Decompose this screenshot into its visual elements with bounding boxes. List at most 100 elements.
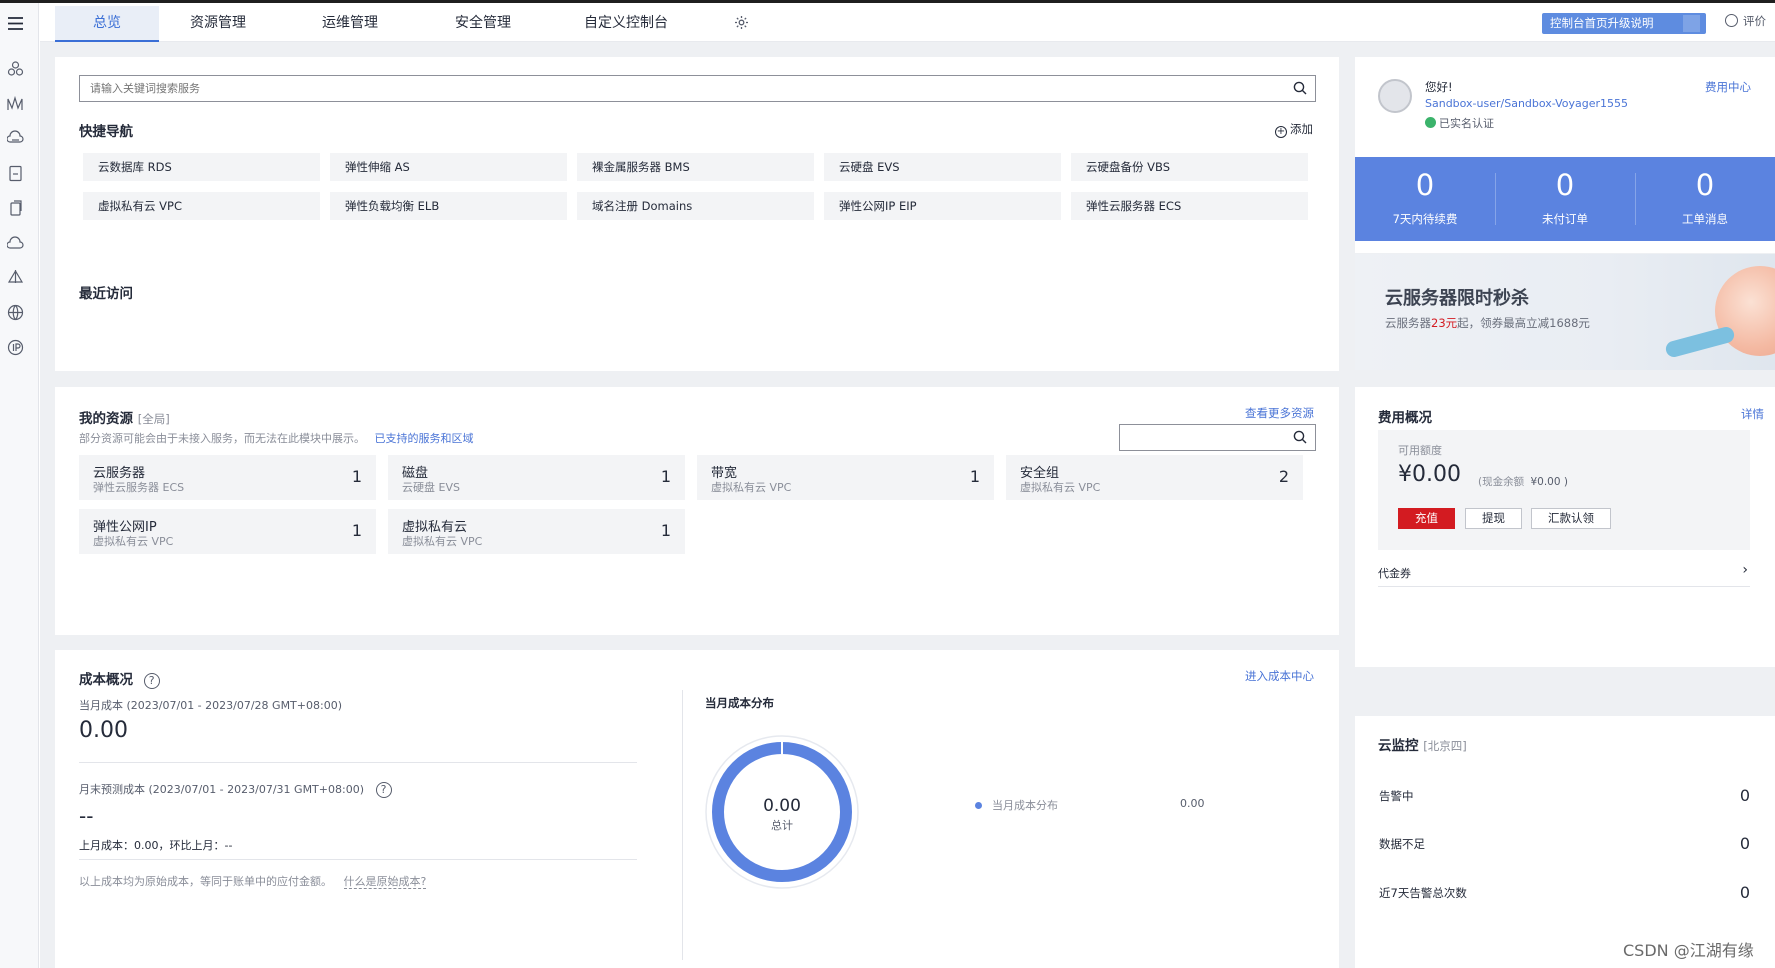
resource-tile-bandwidth[interactable]: 带宽 虚拟私有云 VPC 1 <box>697 455 994 500</box>
cloud-icon[interactable] <box>7 235 24 252</box>
resource-tile-eip[interactable]: 弹性公网IP 虚拟私有云 VPC 1 <box>79 509 376 554</box>
cash-balance: (现金余额 ¥0.00 ) <box>1478 474 1568 489</box>
cluster-icon[interactable] <box>7 60 24 77</box>
quick-nav-item[interactable]: 云硬盘 EVS <box>824 153 1061 181</box>
donut-total-label: 总计 <box>771 818 793 832</box>
resource-tile-security-groups[interactable]: 安全组 虚拟私有云 VPC 2 <box>1006 455 1303 500</box>
fee-detail-link[interactable]: 详情 <box>1741 406 1764 422</box>
verification-status: 已实名认证 <box>1425 115 1494 131</box>
tab-resource-management[interactable]: 资源管理 <box>162 6 274 42</box>
recent-visits-title: 最近访问 <box>79 286 133 302</box>
help-icon[interactable]: ? <box>375 782 392 798</box>
coupon-row[interactable]: 代金券 › <box>1378 562 1750 587</box>
stat-value: 0 <box>1415 168 1435 202</box>
monitor-row-value: 0 <box>1739 883 1750 902</box>
resource-tile-servers[interactable]: 云服务器 弹性云服务器 ECS 1 <box>79 455 376 500</box>
stat-unpaid-orders[interactable]: 0 未付订单 <box>1496 157 1634 241</box>
resources-title-text: 我的资源 <box>79 411 133 427</box>
cloud-monitor-card: 云监控 [北京四] 告警中 0 数据不足 0 近7天告警总次数 0 <box>1355 716 1775 968</box>
current-month-cost-label: 当月成本 (2023/07/01 - 2023/07/28 GMT+08:00) <box>79 699 342 712</box>
chevron-right-icon: › <box>1742 562 1748 578</box>
upgrade-button-label: 控制台首页升级说明 <box>1550 16 1654 30</box>
promo-title: 云服务器限时秒杀 <box>1385 288 1529 309</box>
monitor-row-7day-alarms[interactable]: 近7天告警总次数 0 <box>1379 883 1750 903</box>
fee-overview-card: 费用概况 详情 可用额度 ¥0.00 (现金余额 ¥0.00 ) 充值 提现 汇… <box>1355 387 1775 667</box>
recharge-button[interactable]: 充值 <box>1398 508 1455 529</box>
quick-nav-title: 快捷导航 <box>79 124 133 140</box>
monitor-row-label: 近7天告警总次数 <box>1379 886 1467 900</box>
search-icon[interactable] <box>1293 81 1307 95</box>
document-icon <box>1683 15 1700 32</box>
resource-count: 2 <box>1278 467 1289 486</box>
quick-nav-item[interactable]: 弹性公网IP EIP <box>824 192 1061 220</box>
ip-icon[interactable] <box>7 339 24 356</box>
monitor-row-insufficient-data[interactable]: 数据不足 0 <box>1379 834 1750 854</box>
divider <box>79 762 637 763</box>
cost-overview-card: 成本概况 ? 进入成本中心 当月成本 (2023/07/01 - 2023/07… <box>55 650 1339 968</box>
cloud-database-icon[interactable] <box>7 130 24 147</box>
supported-services-link[interactable]: 已支持的服务和区域 <box>375 432 474 445</box>
service-search-input[interactable] <box>80 76 1254 101</box>
stat-tickets[interactable]: 0 工单消息 <box>1636 157 1774 241</box>
monitor-row-value: 0 <box>1739 834 1750 853</box>
rate-button[interactable]: 评价 <box>1725 13 1766 29</box>
stat-value: 0 <box>1695 168 1715 202</box>
sail-icon[interactable] <box>7 269 24 286</box>
last-month-comparison: 上月成本：0.00，环比上月：-- <box>79 839 233 852</box>
add-shortcut-button[interactable]: + 添加 <box>1275 121 1313 138</box>
withdraw-button[interactable]: 提现 <box>1465 508 1522 529</box>
tab-security-management[interactable]: 安全管理 <box>427 6 539 42</box>
quick-nav-item[interactable]: 裸金属服务器 BMS <box>577 153 814 181</box>
globe-icon[interactable] <box>7 304 24 321</box>
help-icon[interactable]: ? <box>143 673 160 689</box>
tab-operations-management[interactable]: 运维管理 <box>294 6 406 42</box>
quick-nav-item[interactable]: 云硬盘备份 VBS <box>1071 153 1308 181</box>
quick-nav-item[interactable]: 弹性负载均衡 ELB <box>330 192 567 220</box>
gear-icon[interactable] <box>734 15 749 30</box>
avatar[interactable] <box>1378 79 1412 113</box>
promo-text-pre: 云服务器 <box>1385 316 1431 330</box>
tab-overview[interactable]: 总览 <box>55 6 159 42</box>
legend-dot-icon <box>975 802 982 809</box>
stat-renewals[interactable]: 0 7天内待续费 <box>1356 157 1494 241</box>
chart-icon[interactable] <box>7 95 24 112</box>
username-link[interactable]: Sandbox-user/Sandbox-Voyager1555 <box>1425 97 1628 110</box>
resource-count: 1 <box>351 521 362 540</box>
cash-balance-label: (现金余额 <box>1478 476 1525 488</box>
current-month-cost-value: 0.00 <box>79 718 128 743</box>
search-icon[interactable] <box>1293 430 1307 444</box>
quick-nav-item[interactable]: 虚拟私有云 VPC <box>83 192 320 220</box>
quick-nav-item[interactable]: 弹性云服务器 ECS <box>1071 192 1308 220</box>
rate-label: 评价 <box>1743 14 1766 28</box>
resource-service: 虚拟私有云 VPC <box>402 535 483 548</box>
original-cost-link[interactable]: 什么是原始成本? <box>343 875 427 889</box>
resource-service: 虚拟私有云 VPC <box>1020 481 1101 494</box>
promo-banner[interactable]: 云服务器限时秒杀 云服务器23元起，领券最高立减1688元 <box>1355 254 1775 370</box>
fee-title: 费用概况 <box>1378 410 1432 426</box>
donut-total-value: 0.00 <box>763 796 801 816</box>
copy-icon[interactable] <box>7 200 24 217</box>
console-upgrade-notes-button[interactable]: 控制台首页升级说明 <box>1542 13 1706 34</box>
remittance-claim-button[interactable]: 汇款认领 <box>1531 508 1611 529</box>
cost-center-link[interactable]: 进入成本中心 <box>1245 668 1314 684</box>
menu-icon[interactable] <box>7 15 24 32</box>
resource-tile-vpc[interactable]: 虚拟私有云 虚拟私有云 VPC 1 <box>388 509 685 554</box>
resource-service: 虚拟私有云 VPC <box>711 481 792 494</box>
more-resources-link[interactable]: 查看更多资源 <box>1245 405 1314 421</box>
quick-nav-item[interactable]: 弹性伸缩 AS <box>330 153 567 181</box>
resource-tile-disks[interactable]: 磁盘 云硬盘 EVS 1 <box>388 455 685 500</box>
fee-center-link[interactable]: 费用中心 <box>1705 79 1751 95</box>
quick-nav-item[interactable]: 域名注册 Domains <box>577 192 814 220</box>
resource-search-input[interactable] <box>1120 425 1306 450</box>
monitor-row-alarming[interactable]: 告警中 0 <box>1379 786 1750 806</box>
monitor-row-value: 0 <box>1739 786 1750 805</box>
quota-panel: 可用额度 ¥0.00 (现金余额 ¥0.00 ) 充值 提现 汇款认领 <box>1378 430 1750 550</box>
tab-custom-console[interactable]: 自定义控制台 <box>559 6 693 42</box>
monitor-row-label: 告警中 <box>1379 789 1414 803</box>
resource-service: 云硬盘 EVS <box>402 481 460 494</box>
check-circle-icon <box>1425 117 1436 128</box>
document-icon[interactable] <box>7 165 24 182</box>
quick-nav-item[interactable]: 云数据库 RDS <box>83 153 320 181</box>
stat-label: 7天内待续费 <box>1392 212 1458 226</box>
cost-footnote-text: 以上成本均为原始成本，等同于账单中的应付金额。 <box>79 875 332 888</box>
